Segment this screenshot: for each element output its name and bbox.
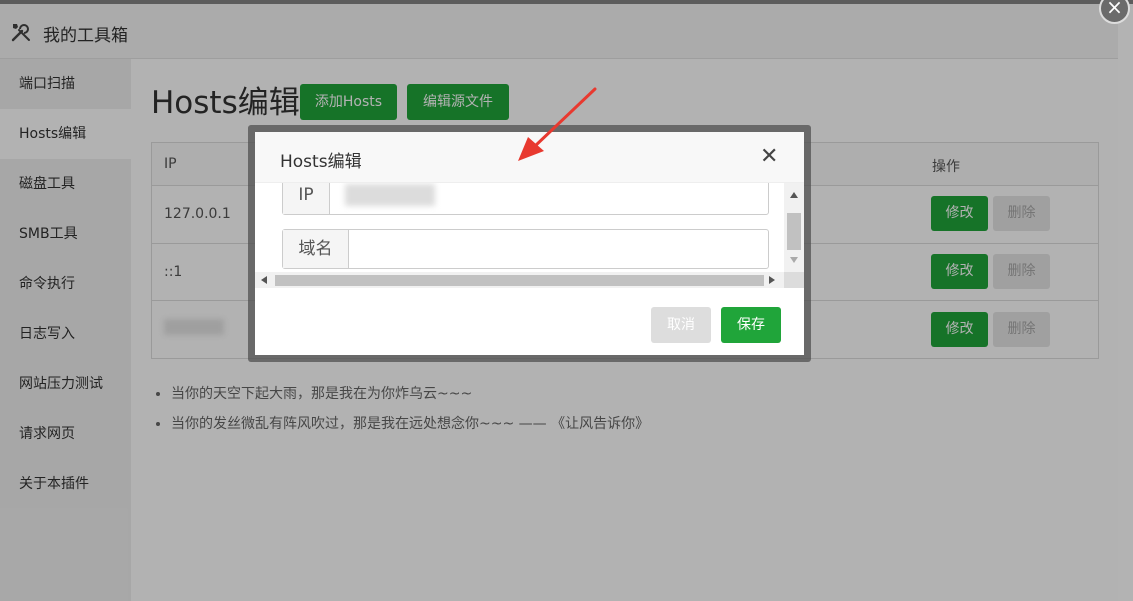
- scroll-right-icon[interactable]: [769, 276, 775, 284]
- dialog-footer: 取消 保存: [255, 288, 804, 355]
- scroll-corner: [784, 272, 804, 288]
- scroll-left-icon[interactable]: [261, 276, 267, 284]
- dialog-title: Hosts编辑: [280, 152, 362, 172]
- vertical-scroll-thumb[interactable]: [787, 213, 801, 250]
- scroll-down-icon[interactable]: [790, 257, 798, 263]
- cancel-button[interactable]: 取消: [651, 307, 711, 343]
- dialog-body: IP 域名: [255, 183, 784, 288]
- horizontal-scrollbar[interactable]: [255, 272, 784, 288]
- vertical-scrollbar[interactable]: [784, 183, 804, 272]
- ip-label: IP: [283, 183, 330, 214]
- domain-label: 域名: [283, 230, 349, 268]
- horizontal-scroll-thumb[interactable]: [275, 275, 764, 286]
- ip-field: IP: [282, 183, 769, 215]
- domain-field: 域名: [282, 229, 769, 269]
- domain-input[interactable]: [358, 240, 758, 260]
- close-icon[interactable]: ✕: [760, 144, 778, 169]
- annotation-arrow-icon: [518, 87, 597, 161]
- outer-scroll-strip: [1118, 4, 1133, 601]
- ip-input[interactable]: [345, 186, 745, 206]
- scroll-up-icon[interactable]: [790, 192, 798, 198]
- save-button[interactable]: 保存: [721, 307, 781, 343]
